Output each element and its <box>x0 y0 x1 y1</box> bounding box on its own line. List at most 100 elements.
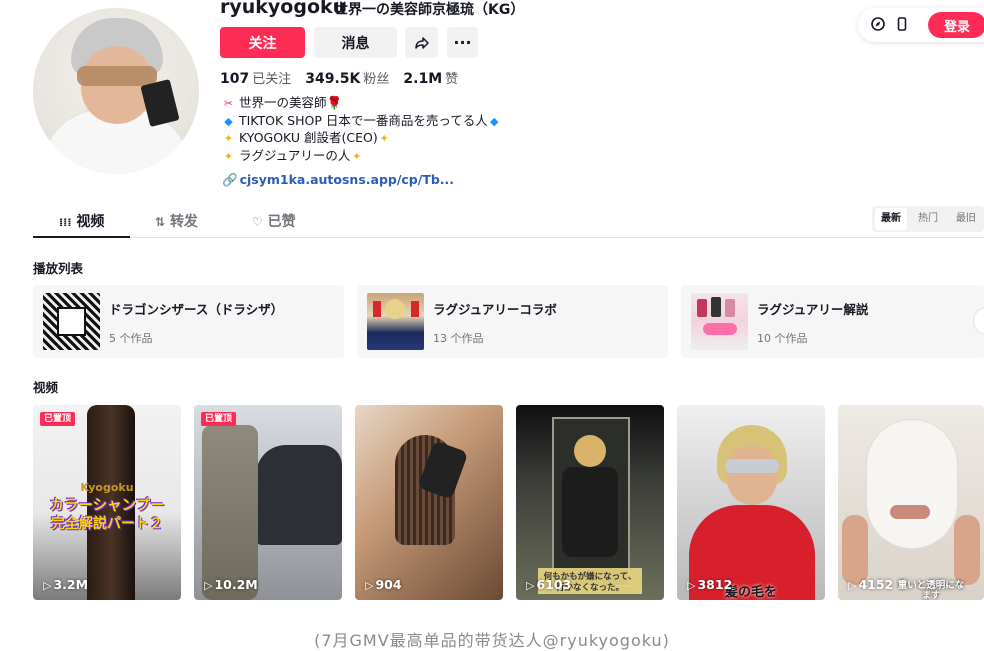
hand-shape <box>842 515 868 585</box>
video-card[interactable]: 已置顶 Kyogoku カラーシャンプー 完全解説パート２ ▷ 3.2M <box>33 405 181 600</box>
lips-shape <box>890 505 930 519</box>
profile-nickname: 世界一の美容師京極琉（KG） <box>334 2 525 18</box>
tab-liked[interactable]: ♡ 已赞 <box>252 211 296 231</box>
diamond-icon: ◆ <box>490 114 499 128</box>
share-icon <box>414 36 429 49</box>
playlist-name: ドラゴンシザース（ドラシザ） <box>109 302 284 317</box>
video-views: ▷ 10.2M <box>204 577 258 592</box>
video-overlay-text: ます <box>921 591 940 600</box>
compass-icon[interactable] <box>870 17 886 33</box>
tab-label: 转发 <box>169 214 198 230</box>
more-button[interactable]: ··· <box>447 27 478 58</box>
avatar-glasses <box>77 66 157 86</box>
playlist-card[interactable]: ラグジュアリー解説 10 个作品 <box>681 285 984 358</box>
profile-username: ryukyogoku <box>220 0 347 18</box>
scissors-icon: ✂ <box>223 97 234 110</box>
playlist-card[interactable]: ドラゴンシザース（ドラシザ） 5 个作品 <box>33 285 344 358</box>
link-icon: 🔗 <box>222 172 238 187</box>
follow-button[interactable]: 关注 <box>220 27 305 58</box>
tab-videos[interactable]: ⁞⁞⁞ 视频 <box>59 211 104 231</box>
stat-likes: 2.1M 赞 <box>403 68 458 87</box>
playlist-card[interactable]: ラグジュアリーコラボ 13 个作品 <box>357 285 668 358</box>
play-icon: ▷ <box>848 579 857 592</box>
grid-icon: ⁞⁞⁞ <box>59 216 72 229</box>
sparkle-icon: ✦ <box>352 149 362 163</box>
repost-icon: ⇅ <box>155 215 166 229</box>
sparkle-icon: ✦ <box>223 132 234 145</box>
playlist-count: 5 个作品 <box>109 332 153 345</box>
sort-popular[interactable]: 热门 <box>912 206 944 232</box>
video-views: ▷ 4152 <box>848 577 893 592</box>
top-action-bar: 登录 <box>858 8 984 42</box>
stat-following[interactable]: 107 已关注 <box>220 68 291 87</box>
stat-value: 107 <box>220 71 250 87</box>
tab-label: 已赞 <box>267 214 296 230</box>
video-card[interactable]: 何もかもが嫌になって、 行かなくなった。 ▷ 6103 <box>516 405 664 600</box>
playlist-name: ラグジュアリーコラボ <box>433 302 557 317</box>
stat-value: 2.1M <box>403 71 443 87</box>
sort-oldest[interactable]: 最旧 <box>950 206 982 232</box>
stat-followers[interactable]: 349.5K 粉丝 <box>305 68 389 87</box>
rose-icon: 🌹 <box>326 95 343 110</box>
bio-text: KYOGOKU 創設者(CEO) <box>238 130 378 145</box>
login-button[interactable]: 登录 <box>928 12 984 38</box>
tab-label: 视频 <box>76 214 105 230</box>
bio-line: ✂ 世界一の美容師🌹 <box>222 95 501 113</box>
play-icon: ▷ <box>204 579 213 592</box>
sparkle-icon: ✦ <box>223 149 234 163</box>
view-count: 6103 <box>536 577 572 592</box>
video-card[interactable]: 已置顶 ▷ 10.2M <box>194 405 342 600</box>
playlist-section-title: 播放列表 <box>33 261 84 276</box>
playlist-count: 10 个作品 <box>757 332 808 345</box>
sunglasses-shape <box>725 459 779 473</box>
bio-line: ✦ KYOGOKU 創設者(CEO) ✦ <box>222 130 501 148</box>
video-overlay-text: 完全解説パート２ <box>51 516 163 532</box>
bio-text: 世界一の美容師 <box>238 95 327 110</box>
video-card[interactable]: 髪の毛を ▷ 3812 <box>677 405 825 600</box>
playlist-count: 13 个作品 <box>433 332 484 345</box>
profile-stats: 107 已关注 349.5K 粉丝 2.1M 赞 <box>220 68 458 87</box>
person-body-shape <box>562 467 618 557</box>
view-count: 904 <box>375 577 402 592</box>
pinned-badge: 已置顶 <box>40 412 76 426</box>
bio-text: TIKTOK SHOP 日本で一番商品を売ってる人 <box>238 112 488 128</box>
playlist-thumbnail <box>43 293 100 350</box>
bio-line: ✦ ラグジュアリーの人 ✦ <box>222 148 501 166</box>
play-icon: ▷ <box>365 579 374 592</box>
face-shape <box>727 445 777 505</box>
stat-value: 349.5K <box>305 71 361 87</box>
view-count: 3812 <box>697 577 733 592</box>
bio-line: ◆ TIKTOK SHOP 日本で一番商品を売ってる人 ◆ <box>222 113 501 131</box>
profile-link[interactable]: 🔗 cjsym1ka.autosns.app/cp/Tb... <box>222 172 454 188</box>
image-caption: (7月GMV最高单品的带货达人@ryukyogoku) <box>314 631 670 650</box>
video-overlay-text: カラーシャンプー <box>49 498 165 514</box>
more-icon: ··· <box>453 33 472 52</box>
playlist-thumbnail <box>367 293 424 350</box>
avatar[interactable] <box>33 8 199 174</box>
profile-link-text: cjsym1ka.autosns.app/cp/Tb... <box>239 172 455 187</box>
video-section-title: 视频 <box>33 380 59 395</box>
tab-reposts[interactable]: ⇅ 转发 <box>155 211 198 231</box>
profile-page: ryukyogoku 世界一の美容師京極琉（KG） 关注 消息 ··· 107 已… <box>0 0 984 600</box>
stat-label: 已关注 <box>252 72 292 87</box>
person-head-shape <box>574 435 606 467</box>
share-button[interactable] <box>405 27 438 58</box>
car-shape <box>256 445 342 545</box>
view-count: 10.2M <box>214 577 258 592</box>
stat-label: 赞 <box>445 72 459 87</box>
playlist-name: ラグジュアリー解説 <box>757 302 869 317</box>
profile-bio: ✂ 世界一の美容師🌹 ◆ TIKTOK SHOP 日本で一番商品を売ってる人 ◆ … <box>222 95 501 165</box>
video-card[interactable]: ▷ 904 <box>355 405 503 600</box>
playlist-thumbnail <box>691 293 748 350</box>
sort-latest[interactable]: 最新 <box>875 208 907 230</box>
hand-shape <box>954 515 980 585</box>
view-count: 4152 <box>858 577 894 592</box>
person-shape <box>202 425 258 600</box>
pinned-badge: 已置顶 <box>201 412 237 426</box>
phone-icon[interactable] <box>894 17 910 33</box>
diamond-icon: ◆ <box>224 114 233 128</box>
stat-label: 粉丝 <box>363 72 390 87</box>
message-button[interactable]: 消息 <box>314 27 397 58</box>
video-overlay-text: Kyogoku <box>80 481 134 494</box>
video-card[interactable]: 重いと透明にな ます ▷ 4152 <box>838 405 984 600</box>
